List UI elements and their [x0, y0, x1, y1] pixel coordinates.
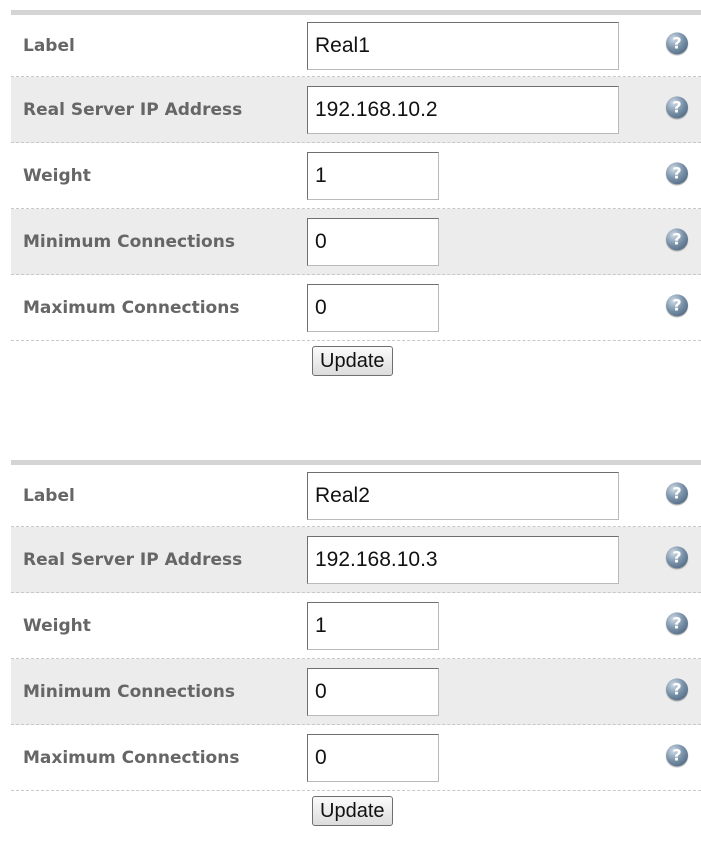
help-icon[interactable]: ?	[666, 677, 688, 700]
field-label: Real Server IP Address	[23, 549, 243, 570]
row-minimum-connections: Minimum Connections ?	[11, 659, 701, 725]
ip-address-input[interactable]	[307, 535, 619, 584]
row-minimum-connections: Minimum Connections ?	[11, 209, 701, 275]
help-glyph: ?	[672, 228, 682, 248]
help-glyph: ?	[672, 32, 682, 52]
update-button[interactable]: Update	[312, 796, 393, 826]
field-label: Label	[23, 485, 75, 506]
row-weight: Weight ?	[11, 593, 701, 659]
label-input[interactable]	[307, 21, 619, 70]
weight-input[interactable]	[307, 601, 439, 650]
update-button[interactable]: Update	[312, 346, 393, 376]
label-input[interactable]	[307, 471, 619, 520]
button-row: Update	[11, 791, 701, 831]
real-server-form-2: Label ? Real Server IP Address ? Weight …	[11, 460, 701, 831]
real-server-form-1: Label ? Real Server IP Address ? Weight …	[11, 10, 701, 381]
help-glyph: ?	[672, 678, 682, 698]
row-label: Label ?	[11, 15, 701, 77]
help-glyph: ?	[672, 546, 682, 566]
help-icon[interactable]: ?	[666, 227, 688, 250]
row-maximum-connections: Maximum Connections ?	[11, 725, 701, 791]
field-label: Minimum Connections	[23, 231, 235, 252]
help-icon[interactable]: ?	[666, 481, 688, 504]
field-label: Maximum Connections	[23, 297, 240, 318]
row-maximum-connections: Maximum Connections ?	[11, 275, 701, 341]
help-icon[interactable]: ?	[666, 293, 688, 316]
field-label: Minimum Connections	[23, 681, 235, 702]
maximum-connections-input[interactable]	[307, 733, 439, 782]
field-label: Label	[23, 35, 75, 56]
help-icon[interactable]: ?	[666, 545, 688, 568]
field-label: Weight	[23, 615, 91, 636]
row-weight: Weight ?	[11, 143, 701, 209]
weight-input[interactable]	[307, 151, 439, 200]
help-glyph: ?	[672, 744, 682, 764]
button-row: Update	[11, 341, 701, 381]
ip-address-input[interactable]	[307, 85, 619, 134]
help-glyph: ?	[672, 96, 682, 116]
row-label: Label ?	[11, 465, 701, 527]
field-label: Real Server IP Address	[23, 99, 243, 120]
maximum-connections-input[interactable]	[307, 283, 439, 332]
help-glyph: ?	[672, 294, 682, 314]
minimum-connections-input[interactable]	[307, 667, 439, 716]
help-glyph: ?	[672, 612, 682, 632]
help-icon[interactable]: ?	[666, 611, 688, 634]
minimum-connections-input[interactable]	[307, 217, 439, 266]
field-label: Weight	[23, 165, 91, 186]
help-icon[interactable]: ?	[666, 743, 688, 766]
help-glyph: ?	[672, 482, 682, 502]
help-icon[interactable]: ?	[666, 95, 688, 118]
row-ip-address: Real Server IP Address ?	[11, 527, 701, 593]
help-glyph: ?	[672, 162, 682, 182]
row-ip-address: Real Server IP Address ?	[11, 77, 701, 143]
help-icon[interactable]: ?	[666, 31, 688, 54]
field-label: Maximum Connections	[23, 747, 240, 768]
help-icon[interactable]: ?	[666, 161, 688, 184]
